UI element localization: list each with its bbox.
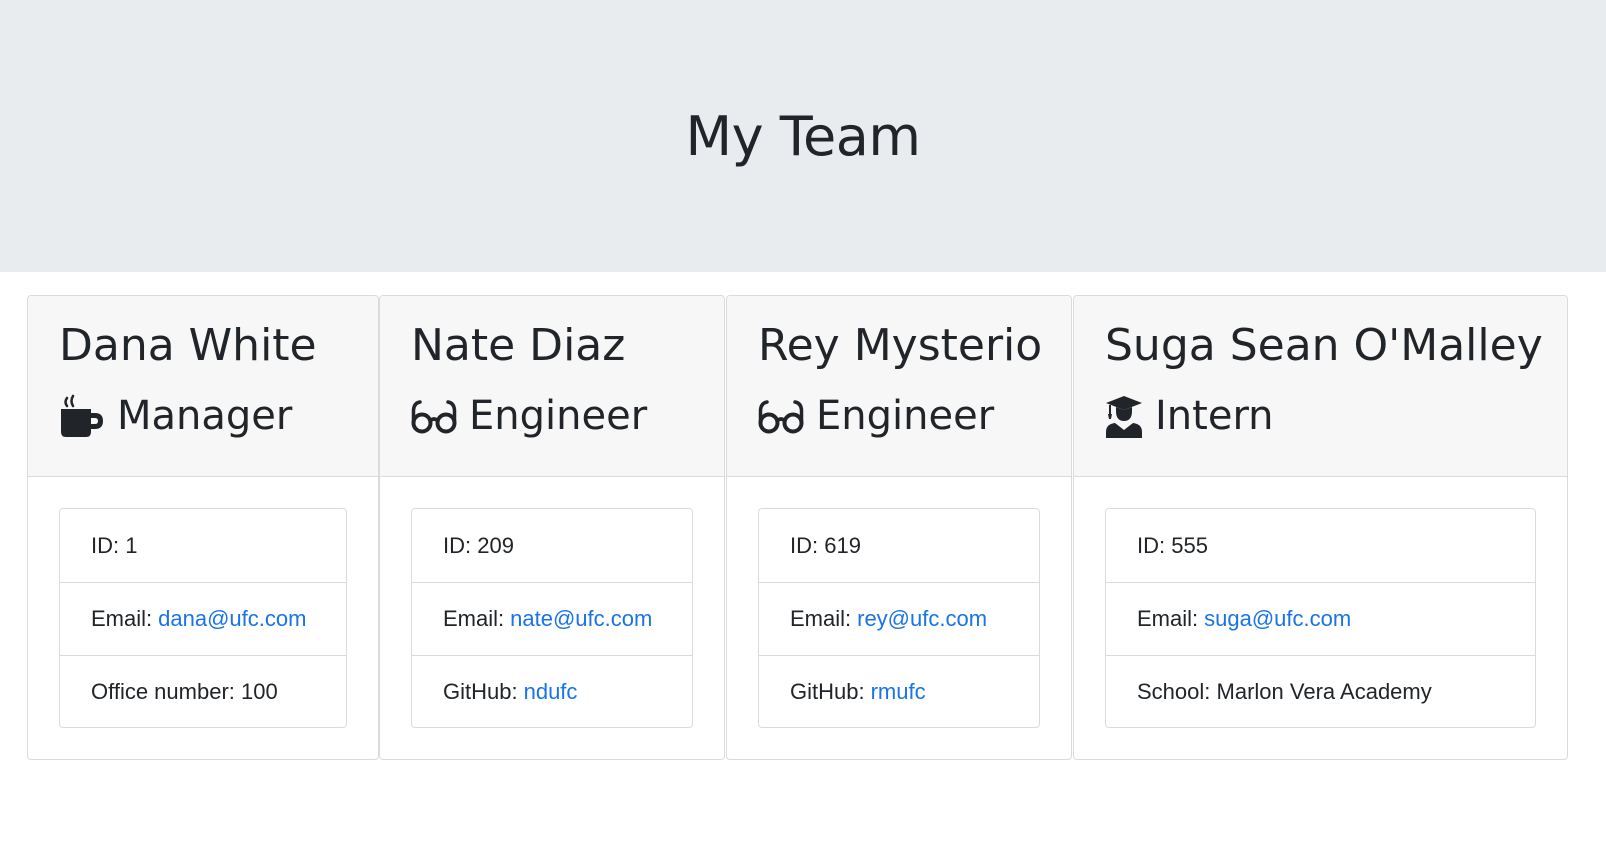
role-label: Engineer xyxy=(816,393,995,439)
employee-details-list: ID: 209 Email: nate@ufc.com GitHub: ndufc xyxy=(411,508,693,728)
list-item-email: Email: nate@ufc.com xyxy=(412,582,692,655)
role-label: Manager xyxy=(117,393,293,439)
github-label: GitHub: xyxy=(443,679,518,704)
school-value: Marlon Vera Academy xyxy=(1216,679,1432,704)
github-link[interactable]: ndufc xyxy=(524,679,578,705)
employee-details-list: ID: 555 Email: suga@ufc.com School: Marlo… xyxy=(1105,508,1536,728)
email-link[interactable]: nate@ufc.com xyxy=(510,606,652,632)
email-link[interactable]: rey@ufc.com xyxy=(857,606,987,632)
email-link[interactable]: suga@ufc.com xyxy=(1204,606,1351,632)
employee-details-list: ID: 1 Email: dana@ufc.com Office number: … xyxy=(59,508,347,728)
id-label: ID: xyxy=(1137,532,1166,558)
list-item-id: ID: 555 xyxy=(1106,509,1535,582)
id-label: ID: xyxy=(443,532,472,558)
email-label: Email: xyxy=(790,606,852,631)
school-label: School: xyxy=(1137,679,1211,704)
employee-card-engineer: Rey Mysterio Engineer ID: 619 Email: rey@… xyxy=(726,295,1072,760)
card-header: Rey Mysterio Engineer xyxy=(727,296,1071,477)
email-label: Email: xyxy=(1137,606,1199,631)
id-value: 555 xyxy=(1171,532,1208,558)
list-item-email: Email: rey@ufc.com xyxy=(759,582,1039,655)
employee-name: Nate Diaz xyxy=(411,320,626,371)
role-label: Engineer xyxy=(469,393,648,439)
employee-name: Suga Sean O'Malley xyxy=(1105,320,1543,371)
page-title: My Team xyxy=(685,104,921,168)
card-header: Nate Diaz Engineer xyxy=(380,296,724,477)
glasses-icon xyxy=(758,394,804,438)
email-label: Email: xyxy=(443,606,505,631)
id-value: 619 xyxy=(824,532,861,558)
github-label: GitHub: xyxy=(790,679,865,704)
role-label: Intern xyxy=(1155,393,1274,439)
list-item-school: School: Marlon Vera Academy xyxy=(1106,655,1535,728)
list-item-id: ID: 209 xyxy=(412,509,692,582)
employee-details-list: ID: 619 Email: rey@ufc.com GitHub: rmufc xyxy=(758,508,1040,728)
office-value: 100 xyxy=(241,679,278,704)
id-value: 209 xyxy=(477,532,514,558)
employee-card-engineer: Nate Diaz Engineer ID: 209 Email: nate@uf… xyxy=(379,295,725,760)
mug-icon xyxy=(59,394,105,438)
email-link[interactable]: dana@ufc.com xyxy=(158,606,306,632)
glasses-icon xyxy=(411,394,457,438)
card-header: Dana White Manager xyxy=(28,296,378,477)
employee-name: Rey Mysterio xyxy=(758,320,1043,371)
graduate-icon xyxy=(1105,394,1143,438)
employee-role: Intern xyxy=(1105,392,1274,440)
employee-card-intern: Suga Sean O'Malley Intern ID: 555 Email:… xyxy=(1073,295,1568,760)
email-label: Email: xyxy=(91,606,153,631)
list-item-office: Office number: 100 xyxy=(60,655,346,728)
employee-role: Engineer xyxy=(758,392,994,440)
list-item-email: Email: suga@ufc.com xyxy=(1106,582,1535,655)
id-label: ID: xyxy=(91,532,120,558)
list-item-github: GitHub: rmufc xyxy=(759,655,1039,728)
list-item-github: GitHub: ndufc xyxy=(412,655,692,728)
card-header: Suga Sean O'Malley Intern xyxy=(1074,296,1567,477)
office-label: Office number: xyxy=(91,679,235,704)
github-link[interactable]: rmufc xyxy=(871,679,926,705)
employee-name: Dana White xyxy=(59,320,317,371)
list-item-id: ID: 1 xyxy=(60,509,346,582)
employee-role: Manager xyxy=(59,392,292,440)
list-item-email: Email: dana@ufc.com xyxy=(60,582,346,655)
page-header: My Team xyxy=(0,0,1606,272)
employee-role: Engineer xyxy=(411,392,647,440)
id-value: 1 xyxy=(125,532,138,558)
employee-card-manager: Dana White Manager ID: 1 Email: dana@ufc.… xyxy=(27,295,379,760)
list-item-id: ID: 619 xyxy=(759,509,1039,582)
id-label: ID: xyxy=(790,532,819,558)
